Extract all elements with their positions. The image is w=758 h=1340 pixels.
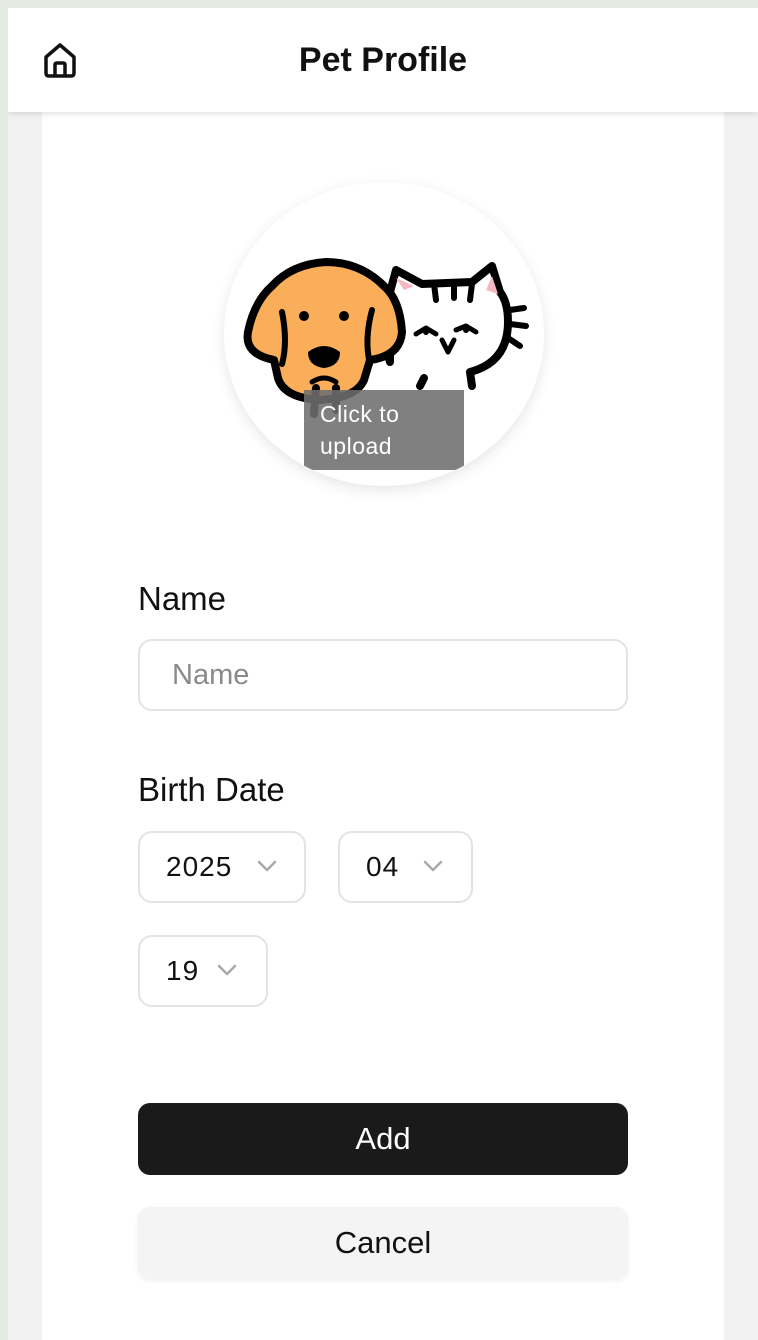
page-title: Pet Profile: [298, 40, 468, 79]
home-icon: [44, 43, 76, 78]
add-button[interactable]: Add: [138, 1103, 628, 1175]
chevron-down-icon: [257, 860, 277, 872]
chevron-down-icon: [423, 860, 443, 872]
birth-year-select[interactable]: 2025: [138, 831, 306, 903]
birth-day-select[interactable]: 19: [138, 935, 268, 1007]
name-input[interactable]: [138, 639, 628, 711]
pet-photo-upload[interactable]: Click to upload: [224, 182, 544, 486]
pet-form-card: Click to upload Name Birth Date 2025 04 …: [42, 112, 724, 1340]
birth-year-value: 2025: [166, 851, 233, 882]
birth-month-value: 04: [366, 851, 400, 882]
upload-hint: Click to upload: [304, 390, 464, 470]
app-window: Pet Profile Click to upload Name Name Bi…: [8, 8, 758, 1340]
chevron-down-icon: [217, 964, 237, 976]
top-bar: Pet Profile: [8, 8, 758, 112]
cancel-button[interactable]: Cancel: [138, 1207, 628, 1279]
birth-date-label: Birth Date: [138, 771, 285, 808]
home-button[interactable]: [38, 38, 82, 82]
birth-month-select[interactable]: 04: [338, 831, 473, 903]
birth-day-value: 19: [166, 955, 200, 986]
name-label: Name: [138, 580, 227, 617]
